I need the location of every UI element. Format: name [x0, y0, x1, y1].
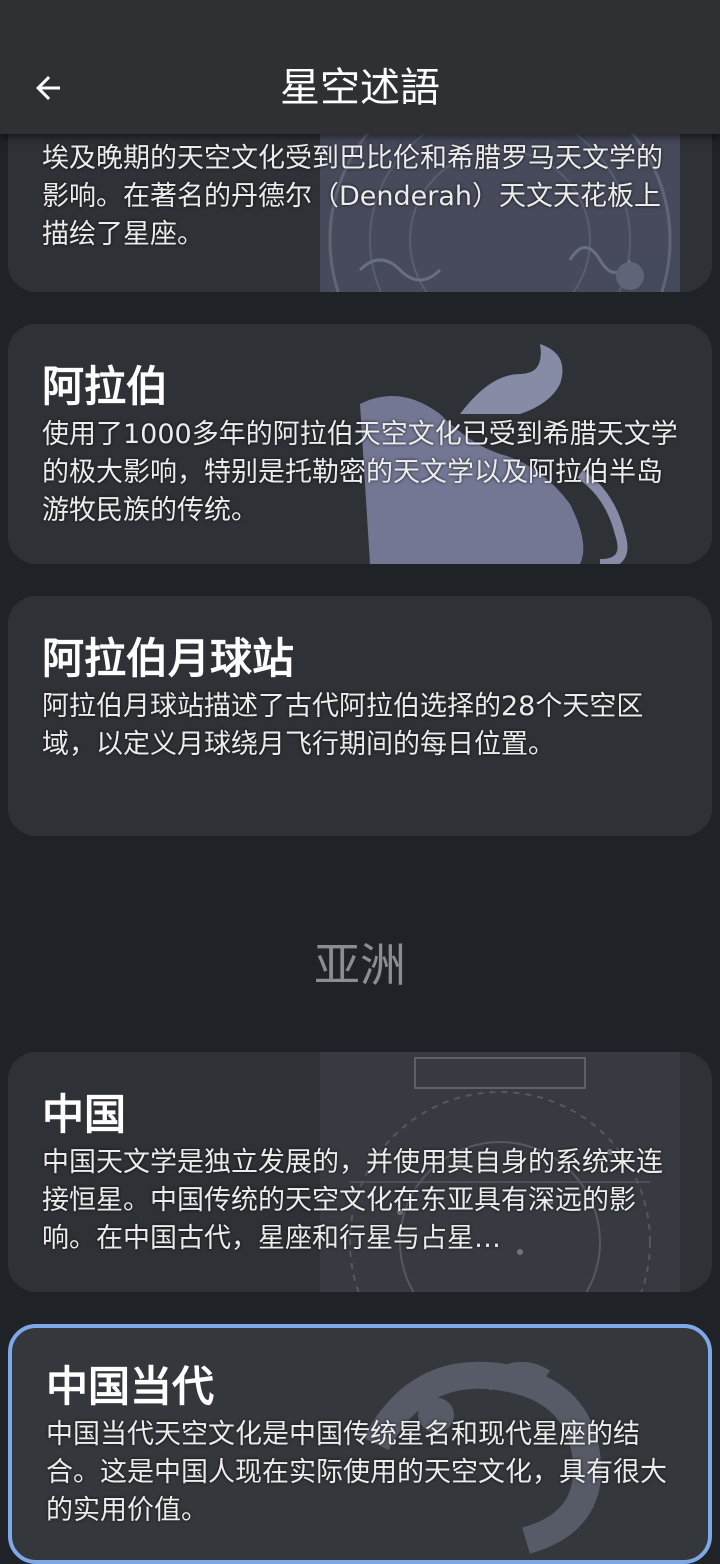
card-title: 阿拉伯: [42, 362, 169, 411]
card-china[interactable]: 中国 中国天文学是独立发展的，并使用其自身的系统来连接恒星。中国传统的天空文化在…: [8, 1052, 712, 1292]
section-header-asia: 亚洲: [314, 938, 406, 992]
card-title: 阿拉伯月球站: [42, 634, 295, 683]
card-description: 阿拉伯月球站描述了古代阿拉伯选择的28个天空区域，以定义月球绕月飞行期间的每日位…: [42, 691, 644, 760]
card-description: 使用了1000多年的阿拉伯天空文化已受到希腊天文学的极大影响，特别是托勒密的天文…: [42, 419, 678, 526]
sky-culture-list[interactable]: 埃及晚期的天空文化受到巴比伦和希腊罗马天文学的影响。在著名的丹德尔（Dender…: [0, 0, 720, 1564]
card-title: 中国: [42, 1090, 127, 1139]
card-arabic[interactable]: 阿拉伯 使用了1000多年的阿拉伯天空文化已受到希腊天文学的极大影响，特别是托勒…: [8, 324, 712, 564]
card-description: 埃及晚期的天空文化受到巴比伦和希腊罗马天文学的影响。在著名的丹德尔（Dender…: [42, 143, 663, 250]
page-title: 星空述語: [280, 65, 440, 111]
card-title: 中国当代: [46, 1362, 215, 1411]
card-arabic-lunar-stations[interactable]: 阿拉伯月球站 阿拉伯月球站描述了古代阿拉伯选择的28个天空区域，以定义月球绕月飞…: [8, 596, 712, 836]
card-china-modern[interactable]: 中国当代 中国当代天空文化是中国传统星名和现代星座的结合。这是中国人现在实际使用…: [8, 1324, 712, 1564]
card-description: 中国天文学是独立发展的，并使用其自身的系统来连接恒星。中国传统的天空文化在东亚具…: [42, 1147, 663, 1254]
card-description: 中国当代天空文化是中国传统星名和现代星座的结合。这是中国人现在实际使用的天空文化…: [46, 1419, 667, 1526]
top-app-bar: 星空述語: [0, 0, 720, 134]
